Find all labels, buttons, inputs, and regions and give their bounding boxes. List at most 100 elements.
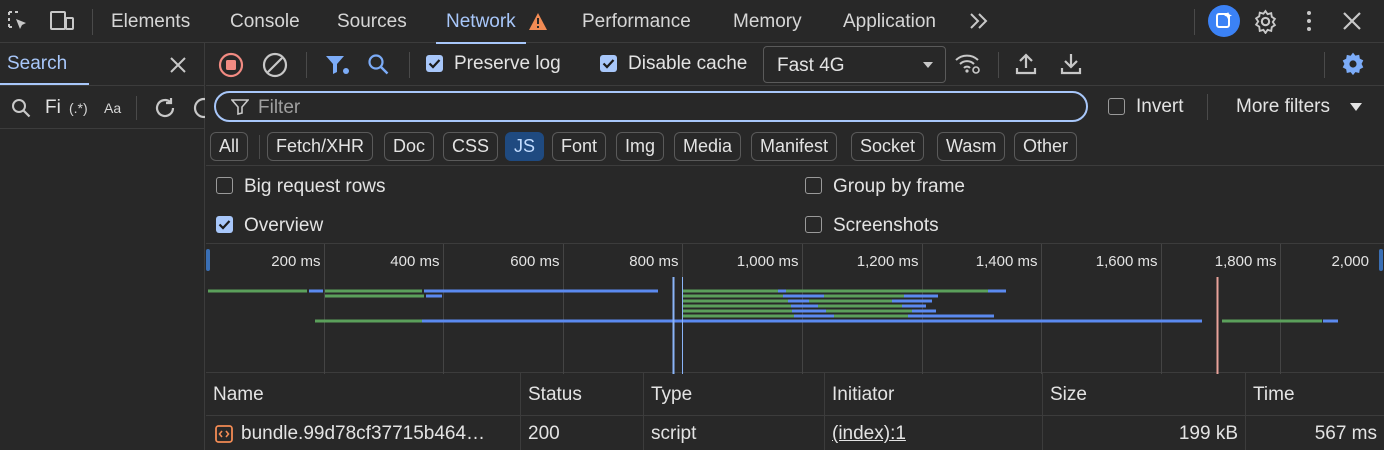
warning-icon bbox=[528, 12, 548, 31]
filter-funnel-icon[interactable] bbox=[324, 53, 350, 77]
overview-checkbox[interactable] bbox=[216, 216, 233, 233]
invert-checkbox[interactable] bbox=[1108, 98, 1125, 115]
tab-application[interactable]: Application bbox=[843, 0, 936, 43]
type-filter-all[interactable]: All bbox=[210, 132, 249, 161]
more-filters-button[interactable]: More filters bbox=[1236, 96, 1330, 118]
type-filter-other[interactable]: Other bbox=[1014, 132, 1078, 161]
column-header-time[interactable]: Time bbox=[1246, 373, 1384, 415]
search-panel: Search Fi (.*) Aa bbox=[0, 43, 205, 450]
type-filter-doc[interactable]: Doc bbox=[384, 132, 435, 161]
dropdown-arrow-icon bbox=[922, 61, 934, 69]
request-bar bbox=[898, 289, 988, 293]
tab-search[interactable]: Search bbox=[7, 53, 67, 75]
request-bar bbox=[1323, 319, 1338, 323]
request-bar bbox=[208, 289, 307, 293]
refresh-icon[interactable] bbox=[152, 95, 178, 121]
stop-recording-icon[interactable] bbox=[218, 52, 244, 78]
request-initiator-link[interactable]: (index):1 bbox=[825, 416, 1043, 450]
device-toolbar-icon[interactable] bbox=[48, 9, 76, 33]
filter-icon bbox=[231, 99, 249, 115]
left-range-handle[interactable] bbox=[206, 249, 210, 271]
divider bbox=[409, 52, 410, 78]
clear-icon[interactable] bbox=[262, 52, 288, 78]
divider bbox=[0, 128, 205, 129]
tab-sources[interactable]: Sources bbox=[337, 0, 407, 43]
big-request-rows-checkbox[interactable] bbox=[216, 177, 233, 194]
type-filter-img[interactable]: Img bbox=[616, 132, 665, 161]
request-bar bbox=[315, 319, 318, 323]
search-icon[interactable] bbox=[366, 52, 390, 76]
column-header-name[interactable]: Name bbox=[206, 373, 521, 415]
invert-label: Invert bbox=[1136, 96, 1184, 117]
request-bar bbox=[682, 304, 791, 308]
preserve-log-label: Preserve log bbox=[454, 53, 561, 74]
divider bbox=[1194, 9, 1195, 35]
group-by-frame-label: Group by frame bbox=[833, 176, 965, 197]
divider bbox=[259, 135, 260, 159]
regex-toggle[interactable]: (.*) bbox=[69, 100, 88, 116]
match-case-toggle[interactable]: Aa bbox=[104, 100, 121, 116]
request-bar bbox=[791, 304, 818, 308]
column-header-status[interactable]: Status bbox=[521, 373, 644, 415]
requests-table: Name Status Type Initiator Size Time bun… bbox=[206, 373, 1384, 450]
group-by-frame-checkbox[interactable] bbox=[805, 177, 822, 194]
type-filter-media[interactable]: Media bbox=[674, 132, 742, 161]
devtools-tab-bar: Elements Console Sources Network Perform… bbox=[0, 0, 1384, 44]
export-har-icon[interactable] bbox=[1059, 51, 1083, 77]
tick-label: 1,200 ms bbox=[857, 253, 919, 270]
tab-memory[interactable]: Memory bbox=[733, 0, 802, 43]
disable-cache-checkbox[interactable] bbox=[600, 55, 617, 72]
request-bar bbox=[778, 289, 786, 293]
close-search-icon[interactable] bbox=[168, 55, 188, 75]
request-bar bbox=[318, 319, 422, 323]
close-icon[interactable] bbox=[1341, 10, 1363, 32]
tab-network[interactable]: Network bbox=[436, 0, 526, 44]
request-bar bbox=[325, 289, 422, 293]
tick-label: 400 ms bbox=[390, 253, 439, 270]
request-bar bbox=[682, 314, 794, 318]
request-time: 567 ms bbox=[1314, 423, 1377, 444]
request-status: 200 bbox=[521, 416, 644, 450]
gear-icon[interactable] bbox=[1253, 9, 1278, 34]
network-conditions-icon[interactable] bbox=[954, 52, 982, 76]
column-header-size[interactable]: Size bbox=[1043, 373, 1246, 415]
request-bar bbox=[783, 294, 798, 298]
divider bbox=[136, 96, 137, 120]
column-header-type[interactable]: Type bbox=[644, 373, 825, 415]
request-bar bbox=[682, 309, 792, 313]
network-settings-gear-icon[interactable] bbox=[1340, 51, 1366, 77]
inspect-element-icon[interactable] bbox=[6, 9, 30, 33]
search-icon bbox=[10, 97, 32, 119]
tab-elements[interactable]: Elements bbox=[111, 0, 190, 43]
throttling-select[interactable]: Fast 4G bbox=[763, 46, 946, 83]
column-header-initiator[interactable]: Initiator bbox=[825, 373, 1043, 415]
request-bar bbox=[426, 294, 442, 298]
network-overview[interactable]: 200 ms 400 ms 600 ms 800 ms 1,000 ms 1,200 ms… bbox=[206, 243, 1384, 374]
type-filter-fetch-xhr[interactable]: Fetch/XHR bbox=[267, 132, 374, 161]
search-input[interactable]: Fi bbox=[45, 97, 61, 119]
request-bar bbox=[988, 289, 1006, 293]
request-bar bbox=[309, 289, 323, 293]
resource-type-filters: All Fetch/XHR Doc CSS JS Font Img Media … bbox=[206, 128, 1384, 166]
type-filter-manifest[interactable]: Manifest bbox=[751, 132, 838, 161]
tab-performance[interactable]: Performance bbox=[582, 0, 691, 43]
screenshots-checkbox[interactable] bbox=[805, 216, 822, 233]
more-vertical-icon[interactable] bbox=[1299, 9, 1319, 33]
import-har-icon[interactable] bbox=[1014, 51, 1038, 77]
request-bar bbox=[826, 309, 912, 313]
overview-label: Overview bbox=[244, 215, 324, 236]
type-filter-js[interactable]: JS bbox=[505, 132, 545, 161]
type-filter-font[interactable]: Font bbox=[552, 132, 607, 161]
throttling-value: Fast 4G bbox=[777, 55, 845, 76]
clear-results-icon[interactable] bbox=[191, 95, 205, 121]
filter-input[interactable]: Filter bbox=[214, 91, 1088, 122]
tab-console[interactable]: Console bbox=[230, 0, 300, 43]
right-range-handle[interactable] bbox=[1379, 249, 1383, 271]
type-filter-css[interactable]: CSS bbox=[443, 132, 499, 161]
ai-assistant-icon[interactable] bbox=[1208, 5, 1240, 37]
type-filter-socket[interactable]: Socket bbox=[851, 132, 925, 161]
preserve-log-checkbox[interactable] bbox=[426, 55, 443, 72]
chevron-double-right-icon[interactable] bbox=[968, 11, 990, 31]
tick-label: 1,600 ms bbox=[1096, 253, 1158, 270]
type-filter-wasm[interactable]: Wasm bbox=[937, 132, 1006, 161]
